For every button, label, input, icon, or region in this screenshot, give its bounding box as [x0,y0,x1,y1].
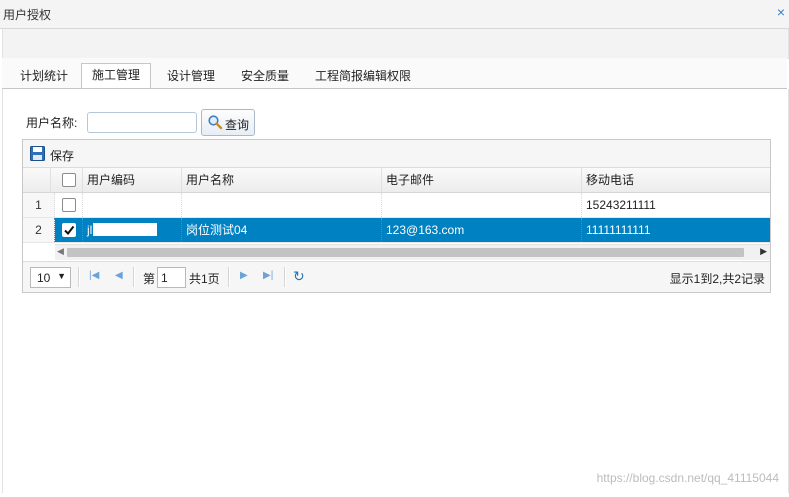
column-header-mobile-phone[interactable]: 移动电话 [582,168,770,192]
dialog-title: 用户授权 [3,8,52,22]
column-header-email[interactable]: 电子邮件 [382,168,582,192]
user-code-text: jl [87,223,93,237]
search-icon [207,114,223,133]
row-checkbox[interactable] [62,198,76,212]
query-button[interactable]: 查询 [201,109,255,136]
mobile-phone-cell: 11111111111 [586,223,651,237]
save-button-label: 保存 [50,149,75,163]
scrollbar-thumb[interactable] [67,248,744,257]
floppy-disk-icon [30,146,45,164]
redaction-block [93,223,157,236]
horizontal-scrollbar[interactable]: ◀ ▶ [55,244,770,260]
pager-divider [133,267,135,287]
first-page-icon[interactable]: |◀ [89,270,99,281]
last-page-icon[interactable]: ▶| [263,270,273,281]
email-cell-text: su .om [386,204,504,212]
grid-header: 用户编码 用户名称 电子邮件 移动电话 [23,168,770,193]
tab-plan-statistics[interactable]: 计划统计 [9,64,79,88]
row-checkbox-cell [55,193,83,217]
next-page-icon[interactable]: ▶ [240,270,248,281]
pager-divider [228,267,230,287]
user-grid: 保存 用户编码 用户名称 电子邮件 移动电话 1 su .om 15243211… [22,139,771,293]
refresh-icon[interactable]: ↻ [293,268,305,285]
email-cell: su .om [382,193,582,217]
checkmark-icon [64,225,75,236]
username-search-input[interactable] [87,112,197,133]
pager-divider [284,267,286,287]
page-number-input[interactable]: 1 [157,267,186,288]
tab-safety-quality[interactable]: 安全质量 [230,64,300,88]
pager-record-info: 显示1到2,共2记录 [669,272,765,286]
select-all-cell [55,168,83,192]
column-header-user-code[interactable]: 用户编码 [83,168,182,192]
select-all-checkbox[interactable] [62,173,76,187]
user-code-cell: jl [83,218,182,242]
close-icon[interactable]: × [777,4,785,20]
scroll-right-arrow-icon[interactable]: ▶ [760,246,767,257]
row-number-header [23,168,51,192]
watermark-text: https://blog.csdn.net/qq_41115044 [596,471,779,485]
page-number-value: 1 [161,271,168,285]
tab-design-management[interactable]: 设计管理 [156,64,226,88]
pagination-bar: 10 ▼ |◀ ◀ 第 1 共1页 ▶ ▶| ↻ 显示1到2,共2记录 [23,261,770,292]
user-name-cell: 岗位测试04 [182,218,382,242]
chevron-down-icon: ▼ [57,271,66,281]
grid-toolbar: 保存 [23,140,770,168]
row-number: 1 [23,193,55,217]
user-name-cell [182,193,382,217]
row-checkbox-cell [55,218,83,242]
page-size-select[interactable]: 10 ▼ [30,267,71,288]
table-row[interactable]: 1 su .om 15243211111 [23,193,770,218]
email-cell: 123@163.com [382,218,582,242]
dialog-top-strip [2,29,789,59]
pager-divider [78,267,80,287]
row-checkbox-checked[interactable] [62,223,76,237]
scroll-left-arrow-icon[interactable]: ◀ [57,246,64,257]
tab-project-brief-edit-permission[interactable]: 工程简报编辑权限 [304,64,422,88]
user-code-cell [83,193,182,217]
table-row-selected[interactable]: 2 jl 岗位测试04 123@163.com 11111111111 [23,218,770,243]
tab-bar: 计划统计 施工管理 设计管理 安全质量 工程简报编辑权限 [2,58,787,89]
tab-construction-management[interactable]: 施工管理 [81,63,152,88]
mobile-phone-cell: 15243211111 [586,198,656,212]
page-size-value: 10 [37,271,51,285]
username-label: 用户名称: [26,116,78,130]
column-header-user-name[interactable]: 用户名称 [182,168,382,192]
query-button-label: 查询 [225,118,250,132]
dialog-titlebar: 用户授权 × [0,0,789,29]
previous-page-icon[interactable]: ◀ [115,270,123,281]
row-number: 2 [23,218,55,242]
total-pages-label: 共1页 [189,272,220,286]
page-prefix-label: 第 [143,272,156,286]
